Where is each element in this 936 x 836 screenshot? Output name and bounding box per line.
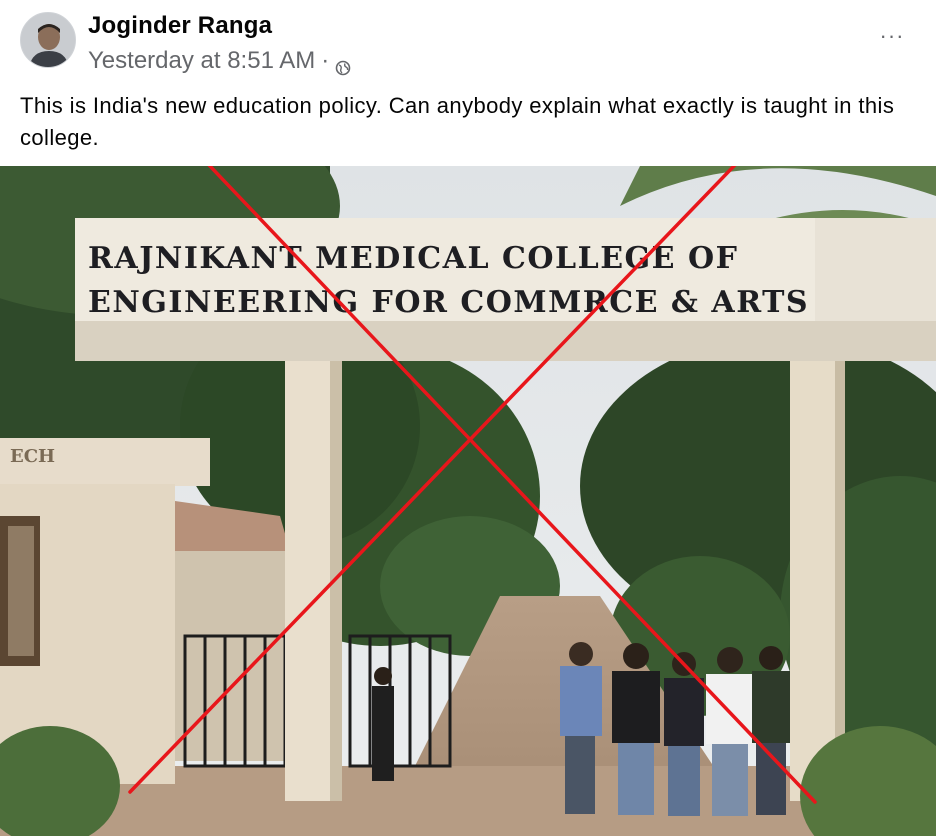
post-meta: Yesterday at 8:51 AM · (88, 47, 351, 76)
photo-image: ECH RAJNIKANT MEDICAL COLLEGE OF ENGINEE… (0, 166, 936, 836)
globe-icon[interactable] (335, 55, 351, 76)
avatar-image (21, 13, 75, 67)
sign-line-1: RAJNIKANT MEDICAL COLLEGE OF (88, 241, 738, 276)
post-caption: This is India's new education policy. Ca… (20, 93, 895, 150)
post-timestamp[interactable]: Yesterday at 8:51 AM (88, 47, 315, 75)
post-header: Joginder Ranga Yesterday at 8:51 AM · ··… (0, 0, 936, 84)
meta-separator: · (321, 47, 330, 74)
side-sign-text: ECH (10, 446, 55, 467)
avatar[interactable] (20, 12, 76, 68)
sign-line-2: ENGINEERING FOR COMMRCE & ARTS (88, 285, 809, 320)
more-options-icon: ··· (879, 23, 905, 48)
post-photo[interactable]: ECH RAJNIKANT MEDICAL COLLEGE OF ENGINEE… (0, 166, 936, 836)
author-name[interactable]: Joginder Ranga (88, 12, 272, 40)
more-options-button[interactable]: ··· (874, 18, 910, 54)
